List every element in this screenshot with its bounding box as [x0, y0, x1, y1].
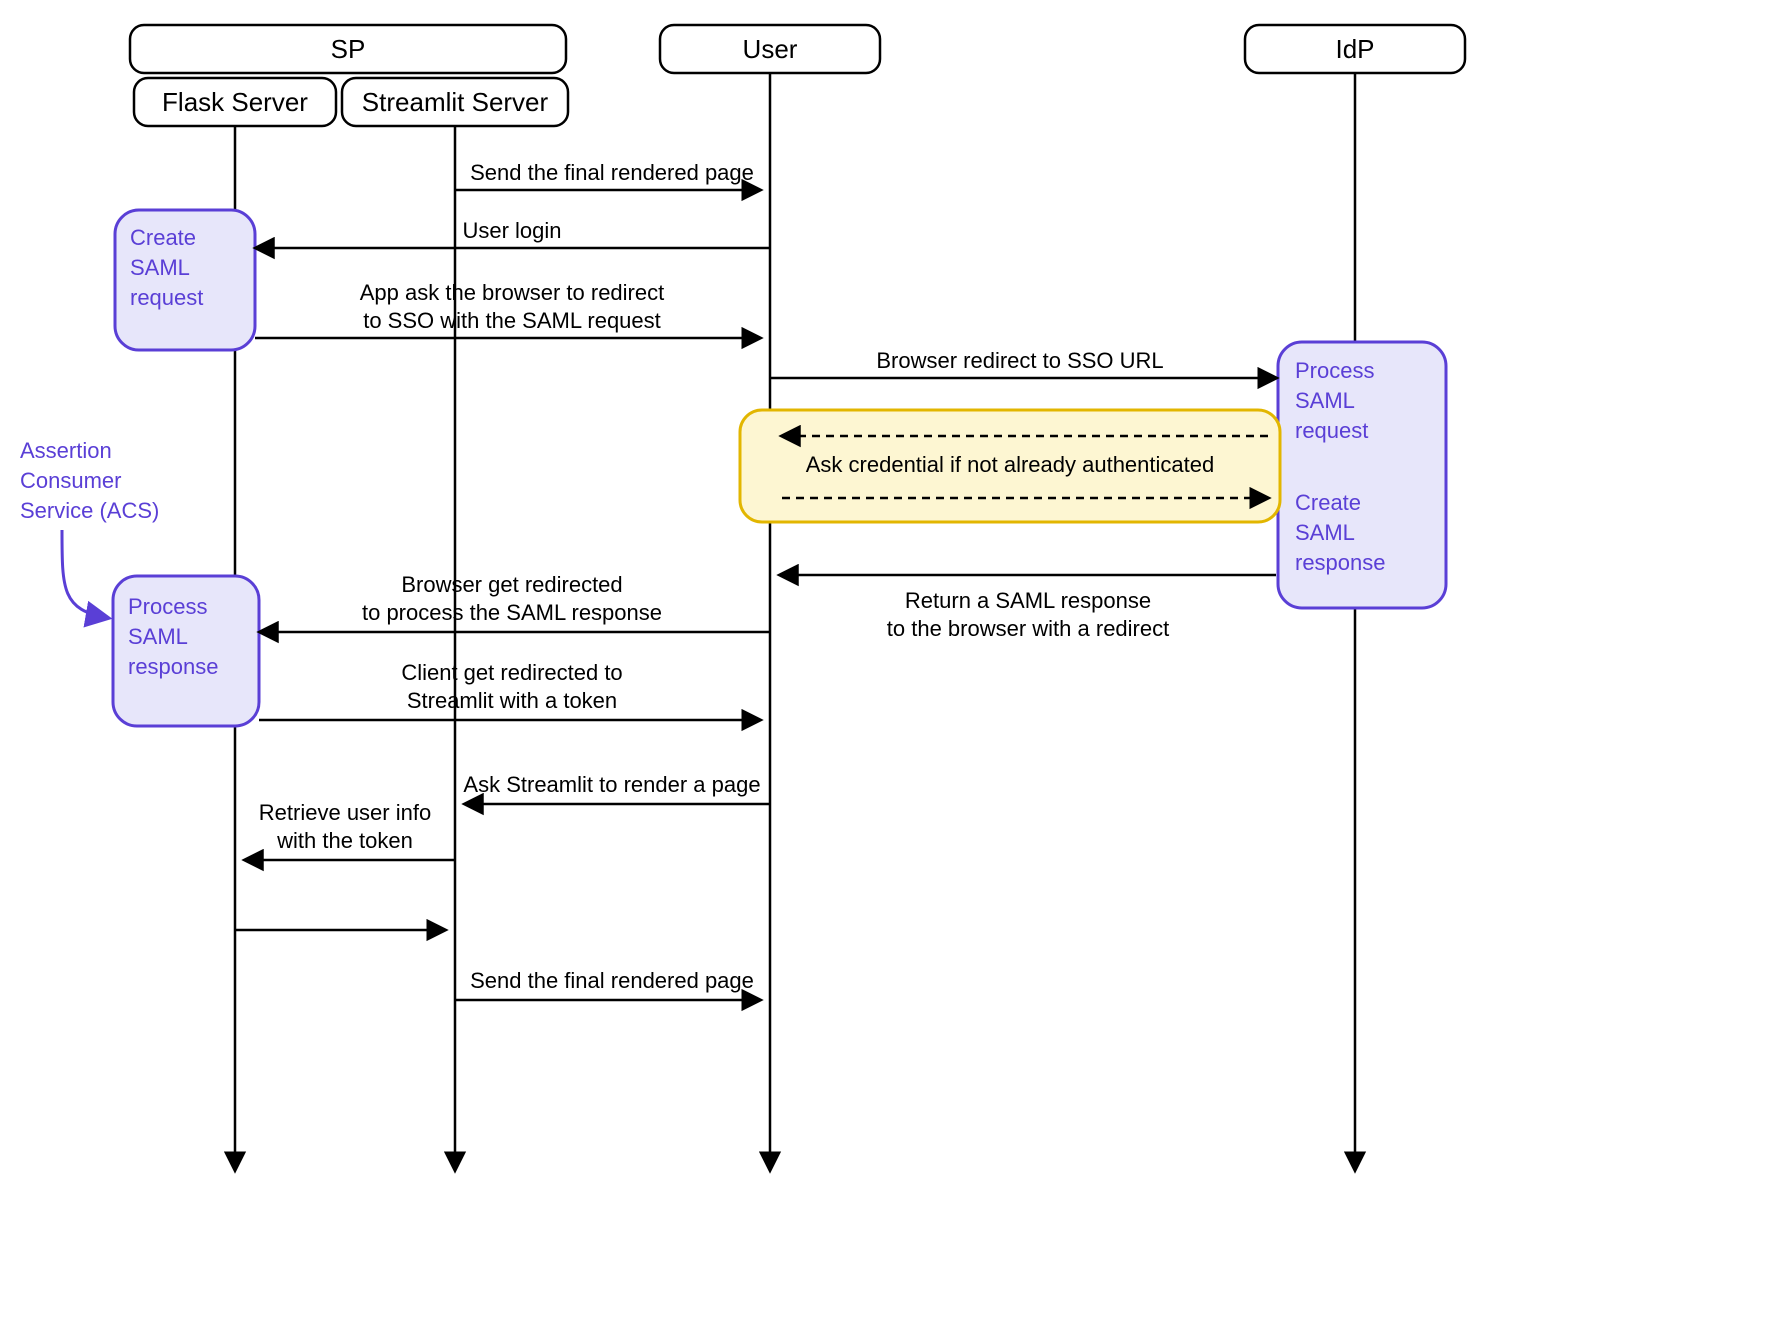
msg-send-rendered-1: Send the final rendered page	[470, 160, 754, 185]
note-idp-create-l2: SAML	[1295, 520, 1355, 545]
note-process-saml-response-l2: SAML	[128, 624, 188, 649]
participant-user-label: User	[743, 34, 798, 64]
msg-retrieve-user-l1: Retrieve user info	[259, 800, 431, 825]
msg-browser-redirected-l2: to process the SAML response	[362, 600, 662, 625]
participant-sp-label: SP	[331, 34, 366, 64]
note-process-saml-response-l1: Process	[128, 594, 207, 619]
note-idp-process-l2: SAML	[1295, 388, 1355, 413]
msg-redirect-streamlit-l2: Streamlit with a token	[407, 688, 617, 713]
msg-redirect-streamlit-l1: Client get redirected to	[401, 660, 622, 685]
note-idp-create-l1: Create	[1295, 490, 1361, 515]
msg-return-saml-l1: Return a SAML response	[905, 588, 1151, 613]
msg-user-login: User login	[462, 218, 561, 243]
acs-pointer-arrow	[62, 530, 108, 618]
note-auth-credential-text: Ask credential if not already authentica…	[806, 452, 1214, 477]
acs-label-l1: Assertion	[20, 438, 112, 463]
msg-ask-render: Ask Streamlit to render a page	[463, 772, 760, 797]
note-idp-process-l1: Process	[1295, 358, 1374, 383]
msg-redirect-sso-l1: App ask the browser to redirect	[360, 280, 664, 305]
note-create-saml-request-l1: Create	[130, 225, 196, 250]
note-idp-create-l3: response	[1295, 550, 1386, 575]
sequence-diagram: SP Flask Server Streamlit Server User Id…	[0, 0, 1777, 1335]
participant-idp-label: IdP	[1335, 34, 1374, 64]
msg-retrieve-user-l2: with the token	[276, 828, 413, 853]
msg-send-rendered-2: Send the final rendered page	[470, 968, 754, 993]
msg-browser-redirected-l1: Browser get redirected	[401, 572, 622, 597]
note-idp-process-l3: request	[1295, 418, 1368, 443]
acs-label-l2: Consumer	[20, 468, 121, 493]
acs-label-l3: Service (ACS)	[20, 498, 159, 523]
note-create-saml-request-l2: SAML	[130, 255, 190, 280]
msg-return-saml-l2: to the browser with a redirect	[887, 616, 1169, 641]
msg-browser-redirect-sso: Browser redirect to SSO URL	[876, 348, 1163, 373]
note-create-saml-request-l3: request	[130, 285, 203, 310]
note-process-saml-response-l3: response	[128, 654, 219, 679]
participant-flask-label: Flask Server	[162, 87, 308, 117]
participant-streamlit-label: Streamlit Server	[362, 87, 549, 117]
msg-redirect-sso-l2: to SSO with the SAML request	[363, 308, 661, 333]
